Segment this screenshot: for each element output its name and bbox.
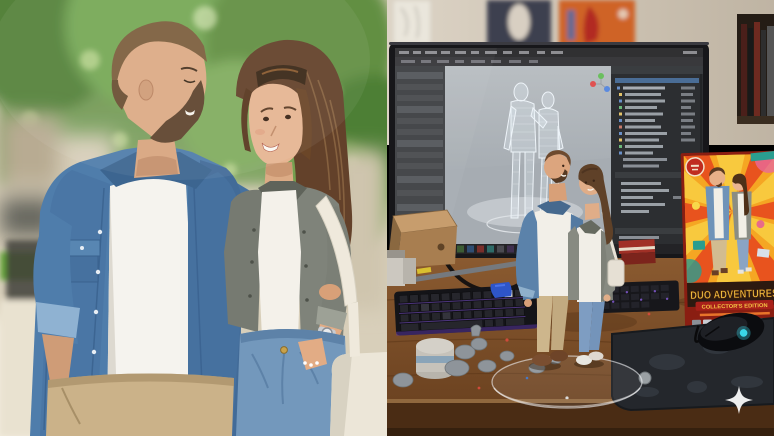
book-spine [741, 24, 747, 116]
man-rolled-cuff [36, 302, 80, 338]
book-spine [761, 30, 766, 116]
man-hand-on-waist [319, 284, 341, 300]
desk-panel: DUO ADVENTURES COLLECTOR'S EDITION [387, 0, 774, 436]
book-spine [748, 28, 753, 116]
box-title: DUO ADVENTURES [690, 288, 774, 302]
figurine-woman-jacket [568, 226, 579, 300]
figurine-bag [608, 260, 624, 286]
screenshot-root: DUO ADVENTURES COLLECTOR'S EDITION [0, 0, 774, 436]
figurine-woman-top [577, 225, 603, 302]
keyboard-left [394, 284, 538, 335]
poster-sketch [393, 0, 431, 44]
bookshelf [737, 14, 774, 124]
woman-white-tshirt [258, 190, 301, 340]
photo-panel-couple [0, 0, 387, 436]
book-spine [754, 22, 760, 116]
jeans-button [281, 347, 288, 354]
paint-pot [403, 258, 416, 284]
figurine-man-tshirt [535, 209, 573, 296]
figurine-man-shoes [532, 354, 552, 366]
red-books [619, 239, 656, 265]
book-spine [767, 26, 774, 116]
